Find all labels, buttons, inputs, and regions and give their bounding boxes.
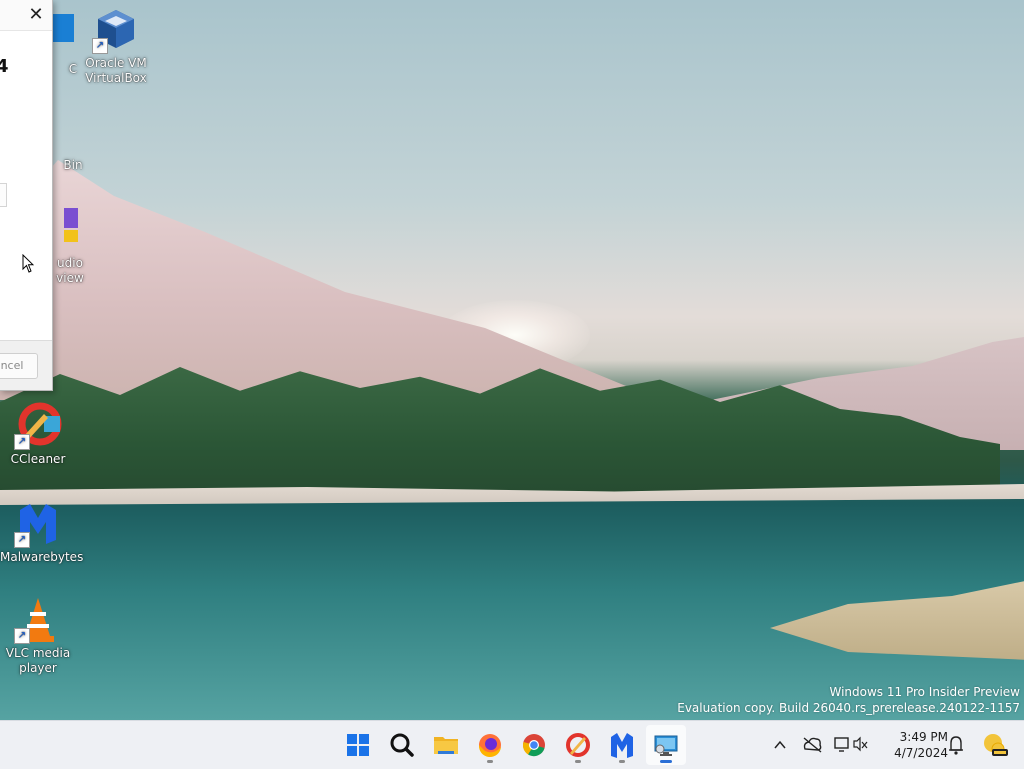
taskbar-search-button[interactable] [382,725,422,765]
watermark-line2: Evaluation copy. Build 26040.rs_prerelea… [677,701,1020,715]
taskbar-malwarebytes-button[interactable] [602,725,642,765]
desktop-icon-label: CCleaner [10,452,66,466]
dialog-titlebar: ✕ [0,0,52,31]
os-watermark: Windows 11 Pro Insider Preview Evaluatio… [677,684,1020,716]
virtualbox-icon: ↗ [92,6,140,54]
windows-logo-icon [347,734,369,756]
wallpaper-mountain [0,160,660,400]
shortcut-arrow-icon: ↗ [14,434,30,450]
taskbar-chrome-button[interactable] [514,725,554,765]
taskbar-start-button[interactable] [338,725,378,765]
watermark-line1: Windows 11 Pro Insider Preview [829,685,1020,699]
ccleaner-icon: ↗ [14,402,62,450]
clock-time: 3:49 PM [899,730,948,744]
dialog-heading: 4 [0,56,9,77]
shortcut-arrow-icon: ↗ [14,628,30,644]
wallpaper-grass [770,580,1024,660]
desktop-wallpaper: Windows 11 Pro Insider Preview Evaluatio… [0,0,1024,720]
taskbar-ccleaner-button[interactable] [558,725,598,765]
cancel-button[interactable]: ncel [0,353,38,379]
network-volume-button[interactable] [830,721,870,769]
dialog-footer: ncel [0,340,52,390]
running-indicator [660,760,672,763]
malwarebytes-icon [611,733,633,758]
pre-badge-icon [984,734,1008,756]
desktop-icon-ccleaner[interactable]: ↗ CCleaner [0,402,76,467]
malwarebytes-icon: ↗ [14,500,62,548]
search-icon [390,733,414,757]
taskbar-remote-desktop-button[interactable] [646,725,686,765]
insider-preview-button[interactable] [980,721,1010,769]
taskbar-file-explorer-button[interactable] [426,725,466,765]
running-indicator [487,760,493,763]
bell-icon [949,736,963,755]
chrome-icon [522,734,545,757]
dialog-input-field[interactable] [0,183,7,207]
remote-desktop-icon [654,735,678,756]
running-indicator [575,760,581,763]
firefox-icon [478,734,501,758]
running-indicator [619,760,625,763]
clock-date: 4/7/2024 [894,746,948,760]
desktop-icon-malwarebytes[interactable]: ↗ Malwarebytes [0,500,84,565]
dialog-window: ✕ 4 ncel [0,0,53,391]
shortcut-arrow-icon: ↗ [14,532,30,548]
folder-icon [434,737,458,754]
vlc-cone-icon: ↗ [14,596,62,644]
desktop-icon-label: VLC media player [5,646,71,675]
desktop-icon-label: Oracle VM VirtualBox [85,56,147,85]
desktop-icon-label: Malwarebytes [0,550,84,564]
mouse-cursor-icon [22,254,34,273]
show-hidden-icons-button[interactable] [770,721,790,769]
shortcut-arrow-icon: ↗ [92,38,108,54]
taskbar: 3:49 PM 4/7/2024 [0,720,1024,769]
ccleaner-icon [566,733,590,757]
close-button[interactable]: ✕ [24,4,48,26]
taskbar-firefox-button[interactable] [470,725,510,765]
onedrive-status-button[interactable] [800,721,824,769]
taskbar-clock[interactable]: 3:49 PM 4/7/2024 [884,729,948,761]
desktop-icon-vlc[interactable]: ↗ VLC media player [0,596,76,676]
desktop-icon-virtualbox[interactable]: ↗ Oracle VM VirtualBox [78,6,154,86]
cloud-offline-icon [803,737,822,753]
notifications-button[interactable] [946,721,966,769]
chevron-up-icon [774,740,786,749]
network-icon [834,736,868,752]
